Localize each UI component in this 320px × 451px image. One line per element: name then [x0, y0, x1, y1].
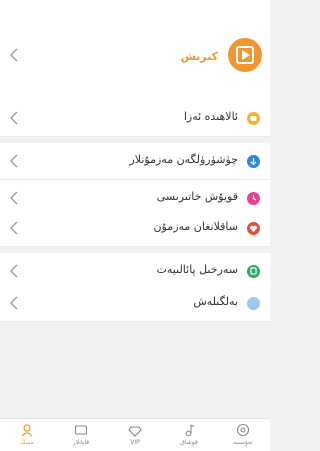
vip-badge-icon	[247, 112, 260, 125]
diamond-icon	[128, 426, 142, 437]
tab-label: قوشاق	[180, 439, 198, 446]
tab-label: قانانلار	[72, 439, 90, 446]
menu-item-settings[interactable]: بەلگىلەش	[0, 285, 270, 322]
tv-channel-icon	[74, 425, 88, 435]
music-note-icon	[185, 424, 195, 437]
menu-item-downloads[interactable]: چۈشۈرۈلگەن مەزمۇنلار	[0, 143, 270, 180]
menu-item-saved-content[interactable]: ساقلانغان مەزمۇن	[0, 210, 270, 247]
home-target-icon	[236, 423, 250, 437]
chevron-left-icon	[10, 48, 18, 62]
chevron-left-icon	[10, 221, 18, 235]
login-label[interactable]: كىرىش	[181, 50, 218, 63]
tab-label: مېنىڭ	[20, 439, 34, 446]
person-icon	[21, 424, 33, 437]
menu-item-label: چۈشۈرۈلگەن مەزمۇنلار	[129, 153, 238, 166]
profile-header[interactable]: كىرىش	[0, 0, 270, 110]
chevron-left-icon	[10, 154, 18, 168]
heart-icon	[247, 222, 260, 235]
tab-label: تەۋسىيە	[233, 439, 253, 446]
bottom-tab-bar: مېنىڭ قانانلار VIP قوشاق تەۋسىيە	[0, 418, 270, 451]
activity-flag-icon	[247, 265, 260, 278]
chevron-left-icon	[10, 111, 18, 125]
chevron-left-icon	[10, 264, 18, 278]
tab-songs[interactable]: قوشاق	[162, 419, 216, 451]
chevron-left-icon	[10, 296, 18, 310]
menu-item-label: ئالاھىدە ئەزا	[183, 110, 238, 123]
orange-video-logo-icon	[228, 38, 262, 72]
settings-dot-icon	[247, 297, 260, 310]
history-clock-icon	[247, 192, 260, 205]
tab-vip[interactable]: VIP	[108, 419, 162, 451]
menu-item-label: قويۇش خاتىرىسى	[156, 190, 238, 203]
menu-item-label: بەلگىلەش	[193, 295, 238, 308]
menu-item-vip-member[interactable]: ئالاھىدە ئەزا	[0, 100, 270, 137]
menu-item-label: سەرخىل پائالىيەت	[156, 263, 238, 276]
download-icon	[247, 155, 260, 168]
tab-label: VIP	[130, 439, 140, 446]
tab-recommend[interactable]: تەۋسىيە	[216, 419, 270, 451]
tab-mine[interactable]: مېنىڭ	[0, 419, 54, 451]
menu-item-label: ساقلانغان مەزمۇن	[153, 220, 238, 233]
tab-channels[interactable]: قانانلار	[54, 419, 108, 451]
chevron-left-icon	[10, 191, 18, 205]
